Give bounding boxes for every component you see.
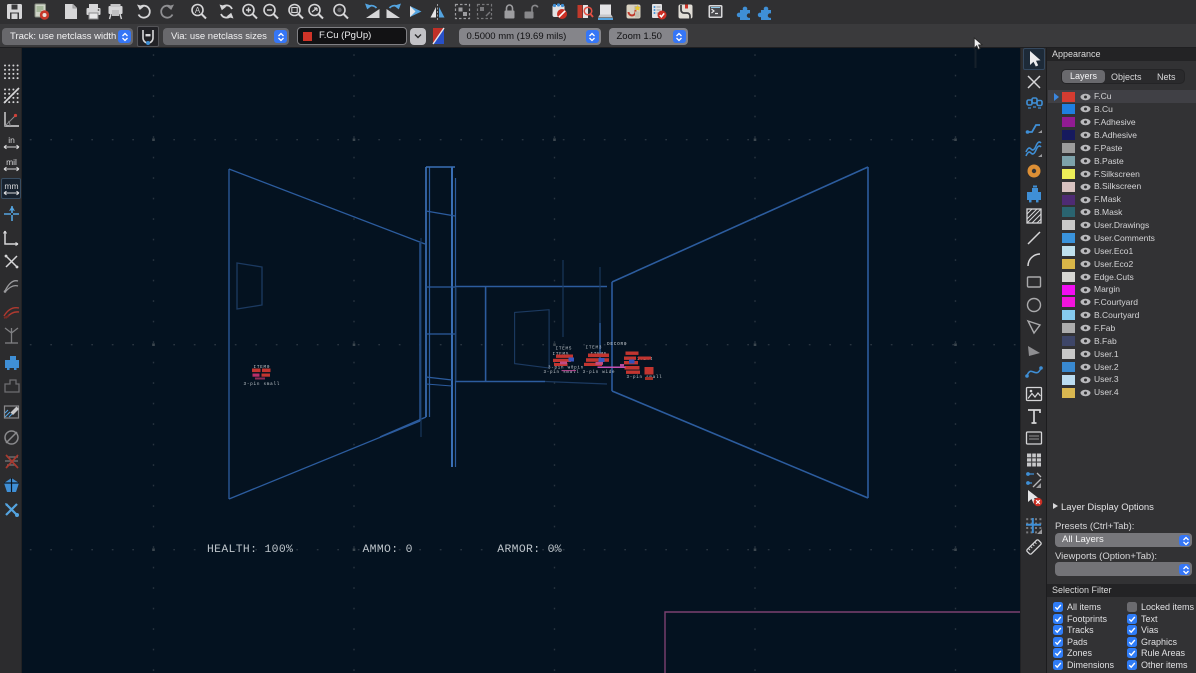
svg-text:A: A (195, 6, 201, 15)
svg-text:mm: mm (4, 181, 18, 191)
svg-text:ARMOR: 0%: ARMOR: 0% (497, 544, 562, 556)
svg-text:3-pin small: 3-pin small (244, 382, 281, 387)
svg-text:mil: mil (6, 157, 17, 167)
svg-text:DECOR0: DECOR0 (607, 342, 627, 347)
svg-text:3-pin w0pin: 3-pin w0pin (548, 366, 584, 371)
svg-text:HEALTH: 100%: HEALTH: 100% (207, 544, 293, 556)
svg-text:AMMO: 0: AMMO: 0 (363, 544, 413, 556)
svg-text:3-pin small: 3-pin small (627, 375, 663, 380)
svg-text:in: in (8, 135, 15, 145)
svg-text:ITEM5: ITEM5 (556, 347, 573, 352)
svg-text:3-pin small 3-pin wide: 3-pin small 3-pin wide (544, 370, 616, 375)
svg-text:ITEM3: ITEM3 (586, 346, 603, 351)
